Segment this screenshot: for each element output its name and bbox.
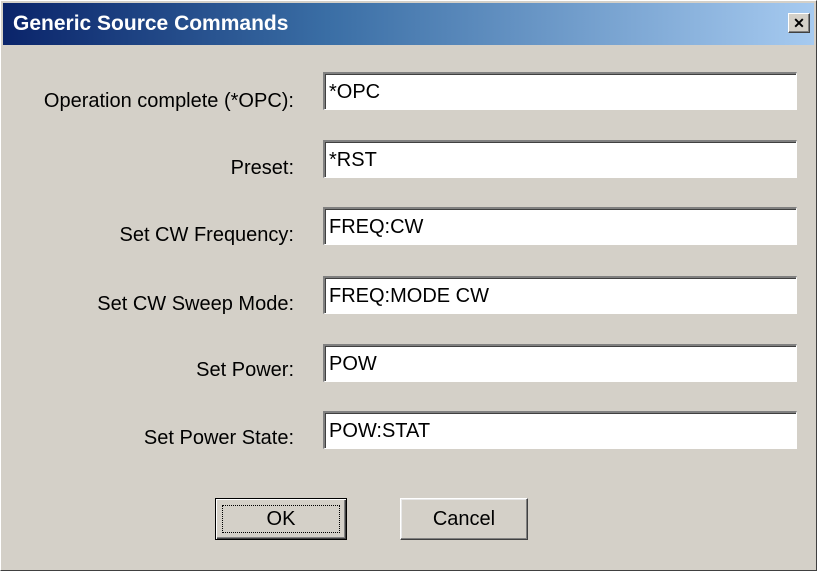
cancel-button[interactable]: Cancel xyxy=(400,498,528,540)
cw-frequency-command-input[interactable] xyxy=(323,207,797,245)
cw-frequency-label: Set CW Frequency: xyxy=(119,224,294,246)
power-state-label: Set Power State: xyxy=(143,427,294,449)
cancel-button-label: Cancel xyxy=(432,507,496,530)
power-state-command-input[interactable] xyxy=(323,411,797,449)
ok-button-label: OK xyxy=(222,505,340,533)
opc-label: Operation complete (*OPC): xyxy=(43,90,294,112)
cw-sweep-mode-command-input[interactable] xyxy=(323,276,797,314)
close-button[interactable]: ✕ xyxy=(788,13,810,33)
opc-command-input[interactable] xyxy=(323,72,797,110)
dialog-title: Generic Source Commands xyxy=(13,12,289,35)
close-icon: ✕ xyxy=(793,15,805,31)
title-bar: Generic Source Commands ✕ xyxy=(3,3,814,45)
set-power-command-input[interactable] xyxy=(323,344,797,382)
dialog-window: Generic Source Commands ✕ Operation comp… xyxy=(0,0,817,571)
cw-sweep-mode-label: Set CW Sweep Mode: xyxy=(97,293,294,315)
set-power-label: Set Power: xyxy=(196,359,294,381)
preset-command-input[interactable] xyxy=(323,140,797,178)
preset-label: Preset: xyxy=(230,157,294,179)
ok-button[interactable]: OK xyxy=(215,498,347,540)
